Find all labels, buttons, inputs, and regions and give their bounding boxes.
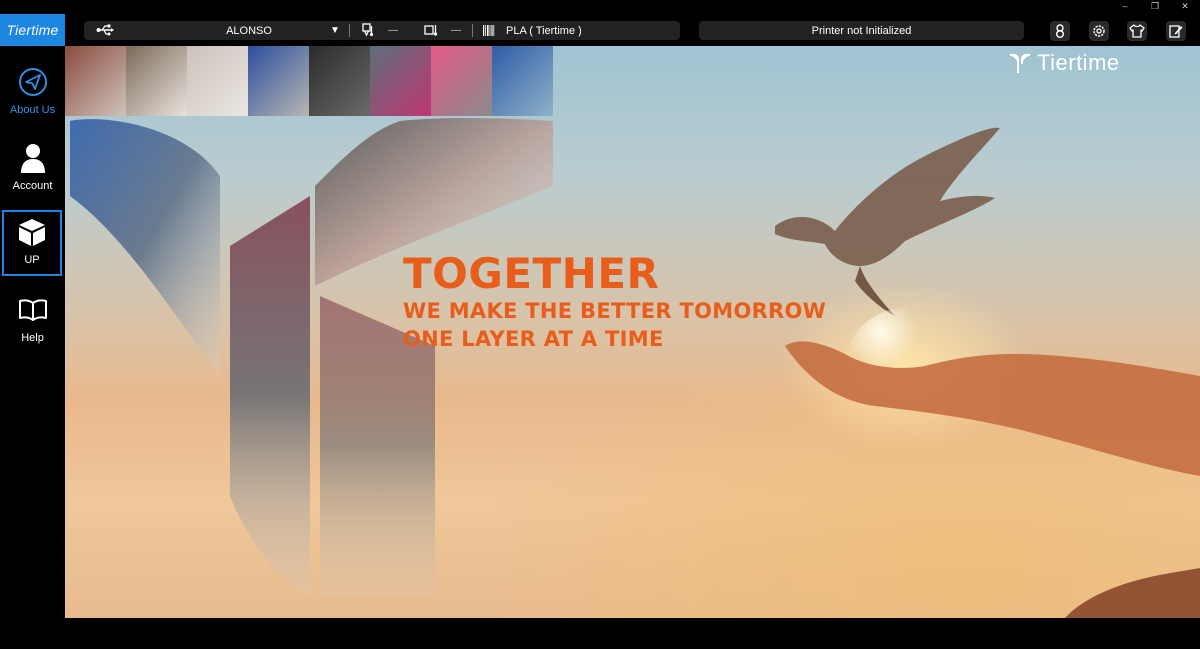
- collage-photo: [309, 46, 370, 116]
- tiertime-mark-icon: [1010, 53, 1030, 73]
- welcome-banner: TOGETHER WE MAKE THE BETTER TOMORROW ONE…: [65, 46, 1200, 618]
- app-logo: Tiertime: [0, 14, 65, 46]
- filament-barcode-icon: [482, 24, 495, 37]
- close-button[interactable]: ✕: [1170, 0, 1200, 12]
- cube-icon: [16, 216, 48, 248]
- banner-headline: TOGETHER WE MAKE THE BETTER TOMORROW ONE…: [403, 251, 826, 353]
- gear-icon[interactable]: [1089, 21, 1109, 41]
- brand-name: Tiertime: [1037, 50, 1120, 75]
- user-settings-icon[interactable]: [1050, 21, 1070, 41]
- toolbar-divider: [349, 24, 350, 37]
- nozzle-temp-value: —: [388, 25, 398, 36]
- usb-icon: [96, 23, 114, 37]
- sidebar-item-about-us[interactable]: About Us: [0, 62, 65, 128]
- collage-photo: [492, 46, 553, 116]
- sidebar-item-label: Account: [12, 180, 53, 192]
- bed-temp-value: —: [451, 25, 461, 36]
- user-icon: [17, 142, 49, 174]
- open-hand-image: [785, 308, 1200, 618]
- edit-icon[interactable]: [1166, 21, 1186, 41]
- headline-line-2: ONE LAYER AT A TIME: [403, 327, 664, 351]
- minimize-button[interactable]: –: [1110, 0, 1140, 12]
- printer-toolbar: ALONSO ▼ — — PLA ( Tiertime ): [84, 21, 680, 40]
- dove-image: [775, 127, 1000, 316]
- sidebar-item-up[interactable]: UP: [2, 210, 62, 276]
- collage-photo: [187, 46, 248, 116]
- paper-plane-icon: [17, 66, 49, 98]
- sidebar: About Us Account UP Help: [0, 46, 65, 649]
- headline-together: TOGETHER: [403, 249, 660, 298]
- collage-photo: [248, 46, 309, 116]
- window-controls: – ❐ ✕: [1110, 0, 1200, 12]
- toolbar-divider: [472, 24, 473, 37]
- brand-logo: Tiertime: [1009, 50, 1120, 76]
- sidebar-item-help[interactable]: Help: [0, 290, 65, 356]
- restore-button[interactable]: ❐: [1140, 0, 1170, 12]
- sidebar-item-label: Help: [21, 332, 44, 344]
- nozzle-temp-icon: [361, 23, 375, 37]
- collage-photo: [431, 46, 492, 116]
- headline-line-1: WE MAKE THE BETTER TOMORROW: [403, 299, 827, 323]
- collage-photo: [126, 46, 187, 116]
- printer-name[interactable]: ALONSO: [194, 25, 304, 37]
- shirt-icon[interactable]: [1127, 21, 1147, 41]
- printer-status: Printer not Initialized: [699, 21, 1024, 40]
- tiertime-logo-collage: [70, 117, 553, 596]
- collage-photo: [370, 46, 431, 116]
- sidebar-item-label: UP: [24, 254, 40, 266]
- bed-temp-icon: [424, 23, 438, 37]
- chevron-down-icon[interactable]: ▼: [330, 25, 340, 36]
- photo-collage-strip: [65, 46, 553, 116]
- material-label[interactable]: PLA ( Tiertime ): [506, 25, 582, 37]
- book-icon: [17, 294, 49, 326]
- collage-photo: [65, 46, 126, 116]
- sidebar-item-label: About Us: [9, 104, 56, 116]
- sidebar-item-account[interactable]: Account: [0, 138, 65, 204]
